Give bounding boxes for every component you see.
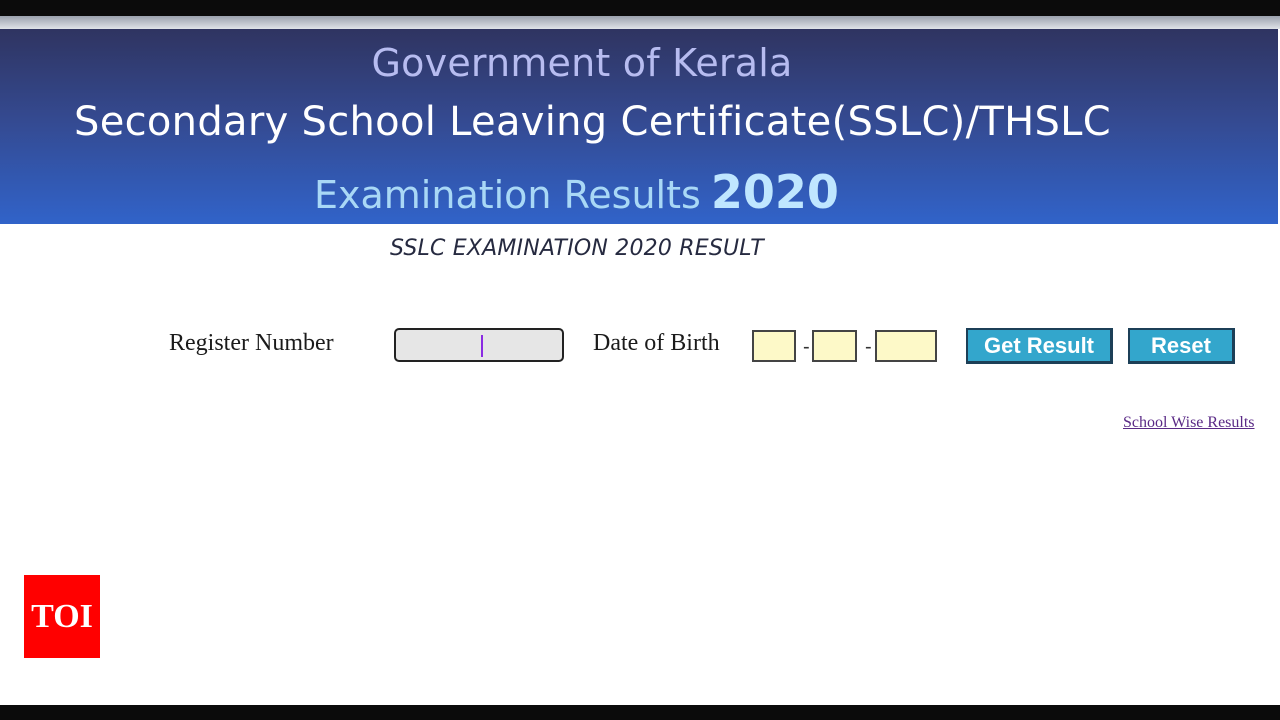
- page-subtitle: SSLC EXAMINATION 2020 RESULT: [390, 236, 764, 261]
- dob-year-input[interactable]: [875, 330, 937, 362]
- dob-separator: -: [803, 336, 810, 358]
- header-government-title: Government of Kerala: [371, 41, 793, 85]
- header-results-text: Examination Results: [314, 173, 701, 217]
- dob-day-input[interactable]: [752, 330, 796, 362]
- header-results-title: Examination Results 2020: [314, 165, 839, 219]
- toi-watermark-logo: TOI: [24, 575, 100, 658]
- top-frame-bar: [0, 0, 1280, 16]
- header-year: 2020: [710, 165, 839, 219]
- top-gradient-strip: [0, 16, 1280, 29]
- page-header-banner: Government of Kerala Secondary School Le…: [0, 29, 1278, 224]
- register-number-input[interactable]: [394, 328, 564, 362]
- register-number-label: Register Number: [169, 330, 334, 356]
- text-caret: [481, 335, 483, 357]
- header-certificate-title: Secondary School Leaving Certificate(SSL…: [74, 99, 1111, 145]
- bottom-frame-bar: [0, 705, 1280, 720]
- date-of-birth-label: Date of Birth: [593, 330, 720, 356]
- dob-month-input[interactable]: [812, 330, 857, 362]
- reset-button[interactable]: Reset: [1128, 328, 1235, 364]
- dob-separator: -: [865, 336, 872, 358]
- get-result-button[interactable]: Get Result: [966, 328, 1113, 364]
- school-wise-results-link[interactable]: School Wise Results: [1123, 414, 1255, 432]
